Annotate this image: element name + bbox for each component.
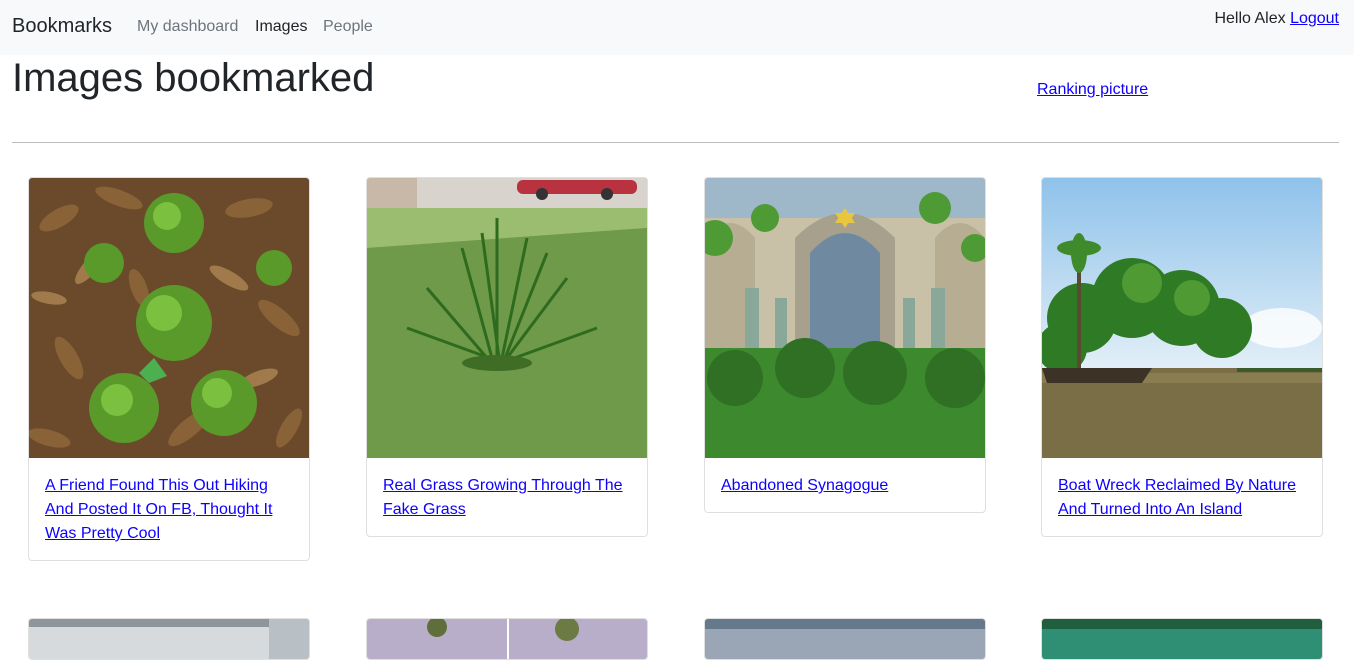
ranking-picture-link[interactable]: Ranking picture (1037, 81, 1148, 99)
card-image-building[interactable] (29, 619, 309, 659)
card-body: A Friend Found This Out Hiking And Poste… (29, 458, 309, 560)
card-image-synagogue[interactable] (705, 178, 985, 458)
user-greeting: Hello Alex Logout (1214, 10, 1339, 28)
image-card: Boat Wreck Reclaimed By Nature And Turne… (1041, 177, 1323, 537)
greeting-text: Hello Alex (1214, 10, 1286, 27)
nav-people[interactable]: People (323, 18, 373, 36)
card-body: Abandoned Synagogue (705, 458, 985, 512)
card-image-moss[interactable] (29, 178, 309, 458)
image-card: Abandoned Synagogue (704, 177, 986, 513)
card-image-trees[interactable] (367, 619, 647, 659)
image-card (366, 618, 648, 660)
nav-images[interactable]: Images (255, 18, 307, 36)
top-navbar: Bookmarks My dashboard Images People Hel… (0, 0, 1354, 55)
card-image-mountain[interactable] (705, 619, 985, 659)
nav-my-dashboard[interactable]: My dashboard (137, 18, 238, 36)
divider (12, 142, 1339, 143)
card-image-boat-wreck[interactable] (1042, 178, 1322, 458)
card-title-link[interactable]: Abandoned Synagogue (721, 477, 888, 494)
card-title-link[interactable]: Boat Wreck Reclaimed By Nature And Turne… (1058, 477, 1296, 518)
brand-logo[interactable]: Bookmarks (12, 15, 112, 38)
card-title-link[interactable]: A Friend Found This Out Hiking And Poste… (45, 477, 272, 542)
card-image-grass[interactable] (367, 178, 647, 458)
logout-link[interactable]: Logout (1290, 10, 1339, 27)
image-card: Real Grass Growing Through The Fake Gras… (366, 177, 648, 537)
image-card (28, 618, 310, 660)
image-card: A Friend Found This Out Hiking And Poste… (28, 177, 310, 561)
card-image-lake[interactable] (1042, 619, 1322, 659)
image-card (1041, 618, 1323, 660)
page-title: Images bookmarked (12, 56, 375, 100)
card-body: Boat Wreck Reclaimed By Nature And Turne… (1042, 458, 1322, 536)
card-title-link[interactable]: Real Grass Growing Through The Fake Gras… (383, 477, 623, 518)
image-card (704, 618, 986, 660)
card-body: Real Grass Growing Through The Fake Gras… (367, 458, 647, 536)
